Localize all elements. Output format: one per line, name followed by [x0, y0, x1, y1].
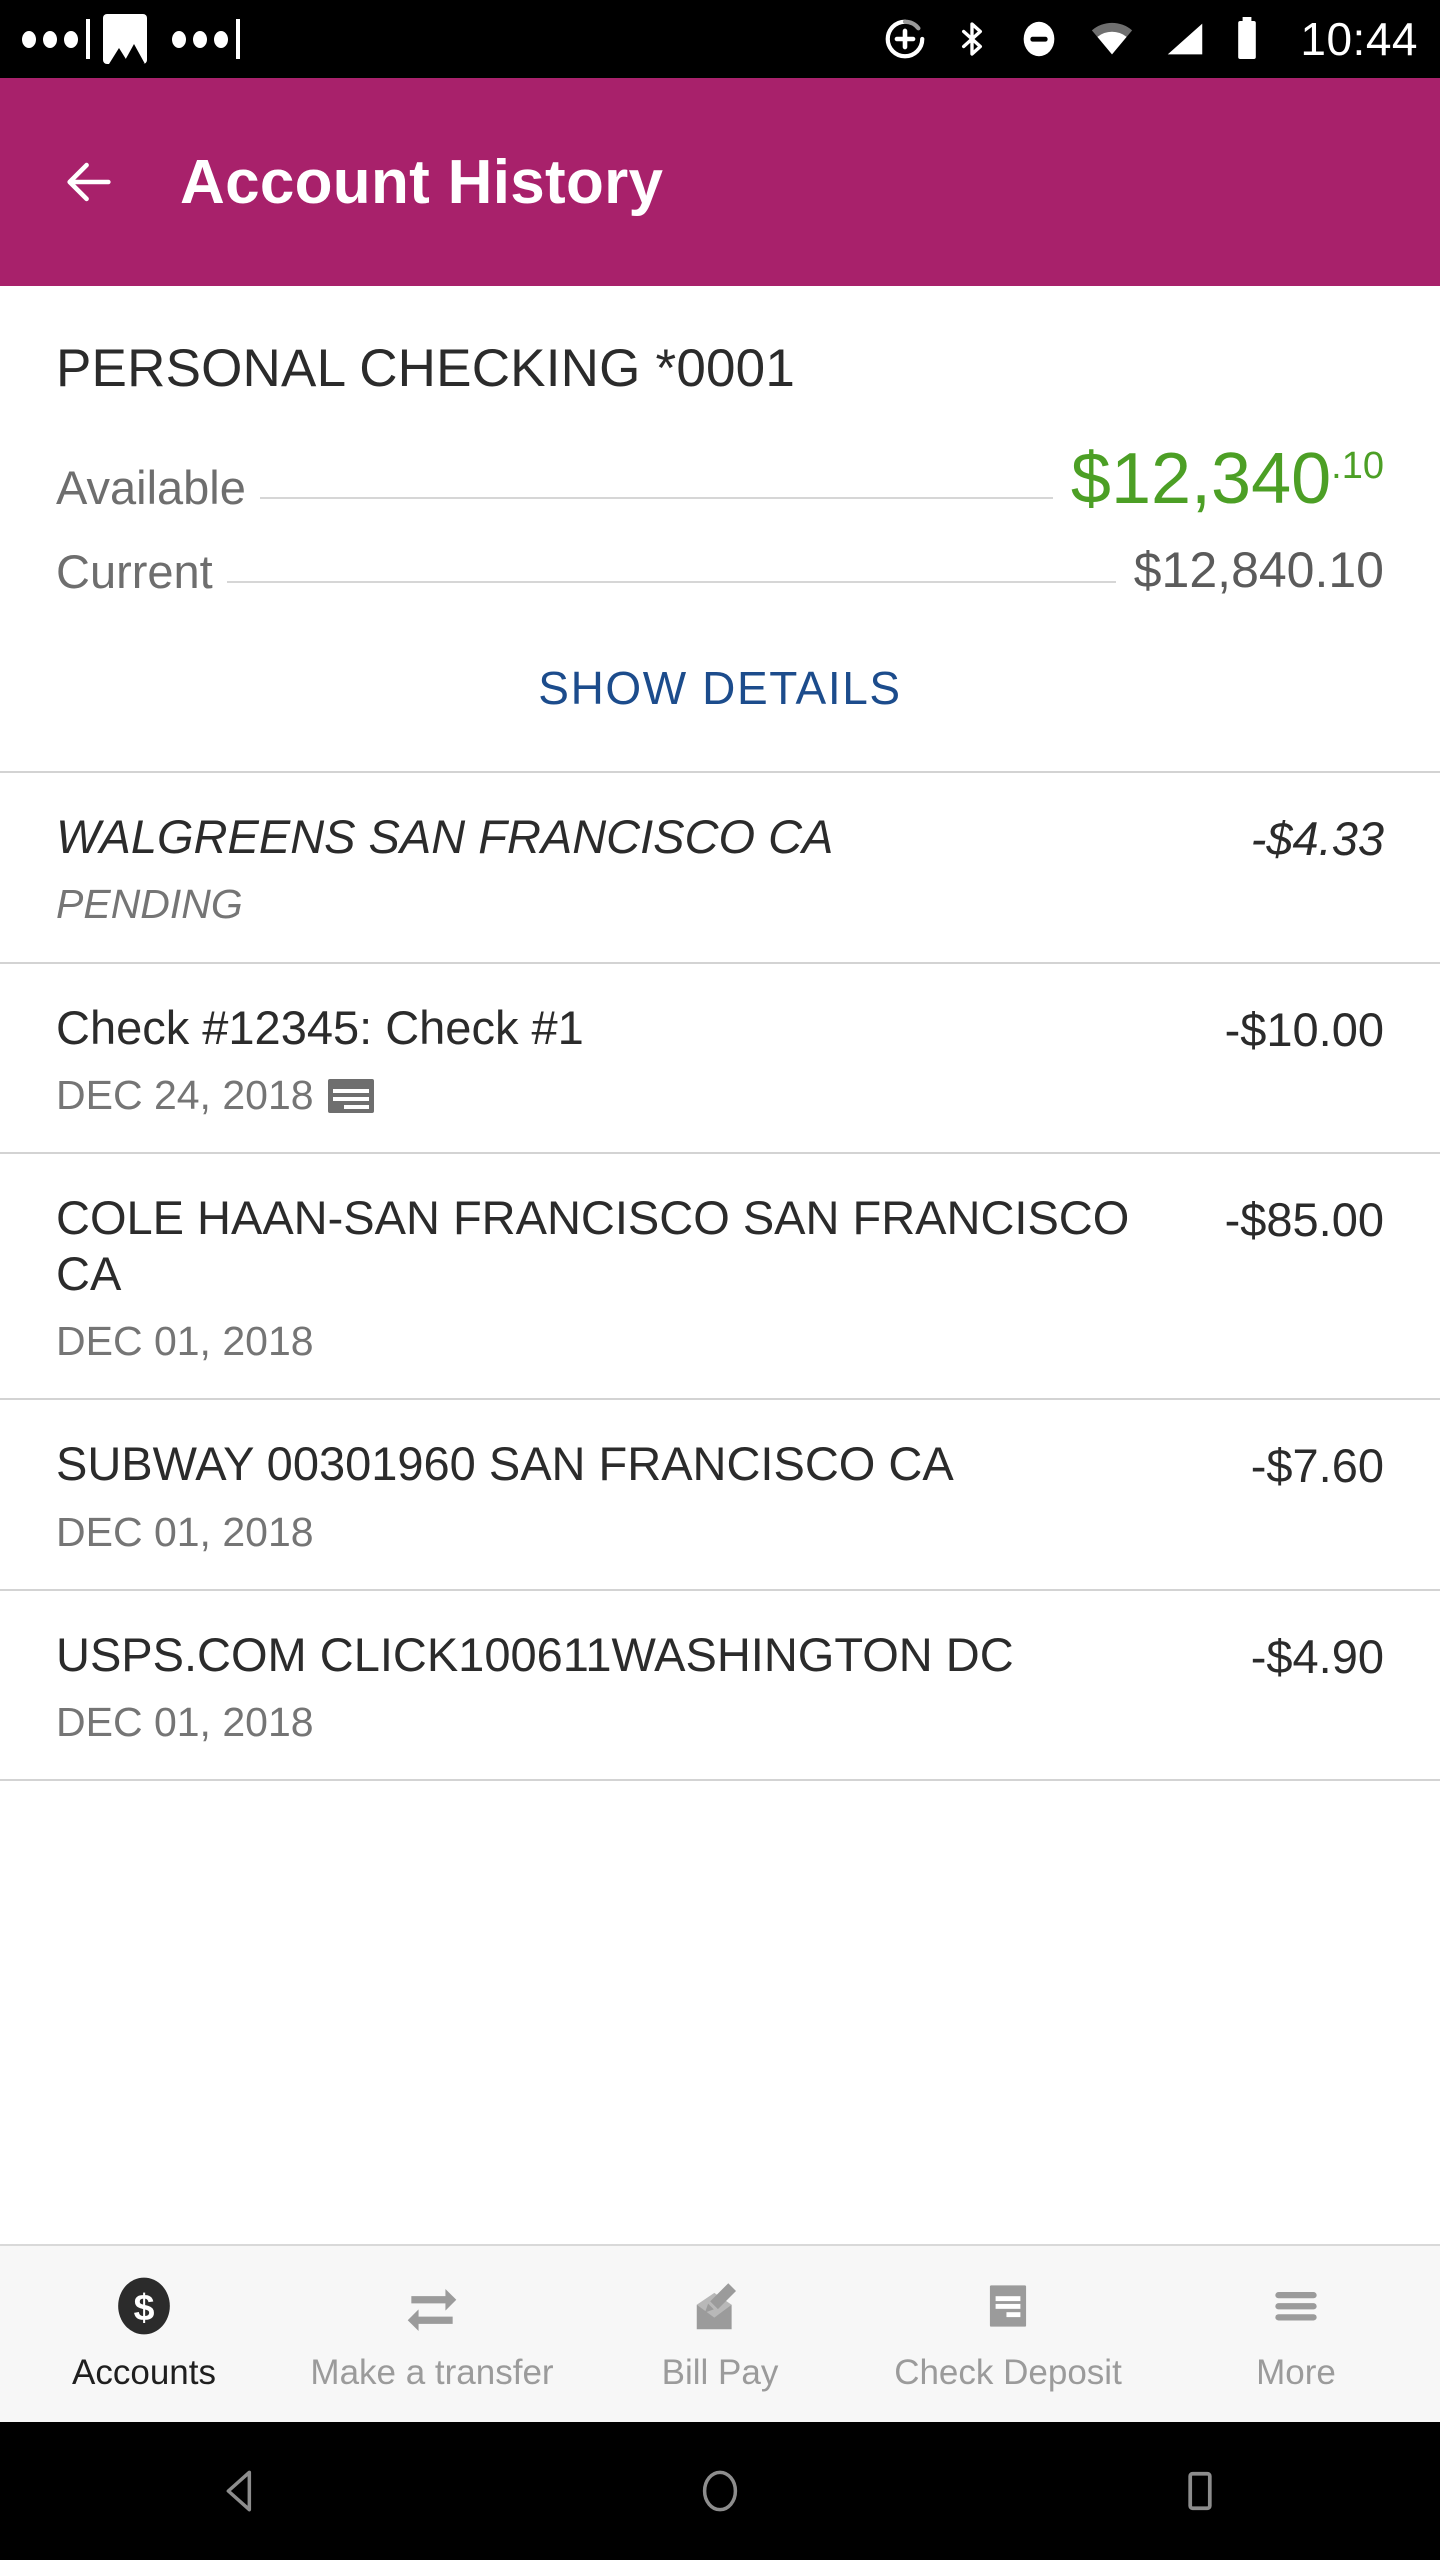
transaction-title: SUBWAY 00301960 SAN FRANCISCO CA — [56, 1437, 954, 1491]
app-bar: Account History — [0, 78, 1440, 286]
transaction-subtitle: DEC 24, 2018 — [56, 1072, 1199, 1118]
status-bar-notifications — [22, 14, 253, 64]
available-balance-cents: .10 — [1331, 445, 1384, 487]
transaction-subtitle: DEC 01, 2018 — [56, 1318, 1199, 1364]
transaction-details: SUBWAY 00301960 SAN FRANCISCO CA DEC 01,… — [56, 1436, 1251, 1555]
more-dots-icon — [22, 30, 78, 48]
transaction-status: PENDING — [56, 881, 243, 928]
show-details-button[interactable]: SHOW DETAILS — [538, 661, 901, 715]
do-not-disturb-icon — [1016, 16, 1062, 62]
status-divider — [86, 19, 90, 59]
tab-label-check-deposit: Check Deposit — [894, 2353, 1122, 2392]
transaction-title: USPS.COM CLICK100611WASHINGTON DC — [56, 1627, 1014, 1681]
transaction-title: Check #12345: Check #1 — [56, 1000, 584, 1054]
status-bar: 10:44 — [0, 0, 1440, 78]
list-bottom-spacer — [0, 1781, 1440, 2244]
current-balance-label: Current — [56, 545, 213, 598]
more-dots-icon-2 — [172, 30, 228, 48]
nav-back-icon[interactable] — [140, 2422, 340, 2560]
bottom-navigation-bar: $ Accounts Make a transfer Bill Pay Chec… — [0, 2244, 1440, 2422]
transaction-date: DEC 01, 2018 — [56, 1699, 314, 1746]
tab-accounts[interactable]: $ Accounts — [0, 2275, 288, 2393]
phone-screen: 10:44 Account History PERSONAL CHECKING … — [0, 0, 1440, 2560]
hamburger-menu-icon — [1265, 2275, 1327, 2337]
account-summary-card: PERSONAL CHECKING *0001 Available $12,34… — [0, 286, 1440, 771]
transaction-details: USPS.COM CLICK100611WASHINGTON DC DEC 01… — [56, 1627, 1251, 1746]
transaction-details: COLE HAAN-SAN FRANCISCO SAN FRANCISCO CA… — [56, 1190, 1225, 1364]
check-image-icon[interactable] — [327, 1078, 374, 1113]
transaction-amount: -$4.90 — [1250, 1629, 1384, 1683]
back-arrow-icon[interactable] — [60, 153, 118, 211]
show-details-container: SHOW DETAILS — [56, 607, 1384, 771]
transaction-subtitle: DEC 01, 2018 — [56, 1699, 1225, 1746]
tab-label-make-a-transfer: Make a transfer — [310, 2353, 554, 2392]
svg-text:$: $ — [134, 2286, 155, 2328]
cellular-signal-icon — [1162, 16, 1208, 62]
check-document-icon — [977, 2275, 1039, 2337]
transaction-title: COLE HAAN-SAN FRANCISCO SAN FRANCISCO CA — [56, 1191, 1130, 1300]
transaction-date: DEC 24, 2018 — [56, 1072, 314, 1118]
available-balance-label: Available — [56, 461, 246, 514]
available-balance-dollars: $12,340 — [1070, 439, 1332, 519]
wifi-icon — [1086, 16, 1138, 62]
transaction-amount: -$4.33 — [1250, 812, 1384, 865]
status-divider-2 — [236, 19, 240, 59]
android-navigation-bar — [0, 2422, 1440, 2560]
tab-bill-pay[interactable]: Bill Pay — [576, 2275, 864, 2393]
nav-home-icon[interactable] — [620, 2422, 820, 2560]
table-row[interactable]: USPS.COM CLICK100611WASHINGTON DC DEC 01… — [0, 1591, 1440, 1782]
battery-icon — [1232, 15, 1262, 63]
bluetooth-icon — [952, 16, 992, 62]
available-balance-value: $12,340.10 — [1053, 443, 1384, 515]
transaction-subtitle: DEC 01, 2018 — [56, 1508, 1225, 1555]
current-balance-value: $12,840.10 — [1133, 542, 1384, 598]
transaction-amount: -$7.60 — [1250, 1439, 1384, 1493]
table-row[interactable]: Check #12345: Check #1 DEC 24, 2018 -$10… — [0, 964, 1440, 1155]
tab-more[interactable]: More — [1152, 2275, 1440, 2393]
tab-check-deposit[interactable]: Check Deposit — [864, 2275, 1152, 2393]
alarm-add-icon — [882, 16, 928, 62]
status-bar-clock: 10:44 — [1300, 13, 1418, 65]
transaction-date: DEC 01, 2018 — [56, 1508, 314, 1555]
page-title: Account History — [180, 147, 664, 217]
current-dotted-leader — [226, 581, 1116, 583]
dollar-circle-icon: $ — [113, 2275, 175, 2337]
main-content: PERSONAL CHECKING *0001 Available $12,34… — [0, 286, 1440, 2244]
status-bar-system-icons: 10:44 — [882, 12, 1418, 66]
table-row[interactable]: WALGREENS SAN FRANCISCO CA PENDING -$4.3… — [0, 773, 1440, 964]
tab-make-a-transfer[interactable]: Make a transfer — [288, 2275, 576, 2393]
tab-label-accounts: Accounts — [72, 2353, 216, 2392]
transaction-details: WALGREENS SAN FRANCISCO CA PENDING — [56, 809, 1251, 928]
tab-label-more: More — [1256, 2353, 1336, 2392]
available-balance-row: Available $12,340.10 — [56, 443, 1384, 515]
account-name: PERSONAL CHECKING *0001 — [56, 339, 796, 398]
image-icon — [103, 14, 147, 64]
nav-recents-icon[interactable] — [1100, 2422, 1300, 2560]
transaction-amount: -$85.00 — [1224, 1193, 1384, 1247]
table-row[interactable]: COLE HAAN-SAN FRANCISCO SAN FRANCISCO CA… — [0, 1154, 1440, 1401]
transfer-arrows-icon — [401, 2275, 463, 2337]
tab-label-bill-pay: Bill Pay — [661, 2353, 779, 2392]
current-balance-row: Current $12,840.10 — [56, 541, 1384, 599]
transaction-details: Check #12345: Check #1 DEC 24, 2018 — [56, 1000, 1225, 1119]
transaction-date: DEC 01, 2018 — [56, 1318, 314, 1364]
transaction-title: WALGREENS SAN FRANCISCO CA — [56, 810, 834, 863]
envelope-pen-icon — [689, 2275, 751, 2337]
table-row[interactable]: SUBWAY 00301960 SAN FRANCISCO CA DEC 01,… — [0, 1400, 1440, 1591]
transaction-list: WALGREENS SAN FRANCISCO CA PENDING -$4.3… — [0, 771, 1440, 1782]
transaction-amount: -$10.00 — [1224, 1002, 1384, 1056]
available-dotted-leader — [259, 497, 1053, 499]
transaction-subtitle: PENDING — [56, 882, 1225, 927]
